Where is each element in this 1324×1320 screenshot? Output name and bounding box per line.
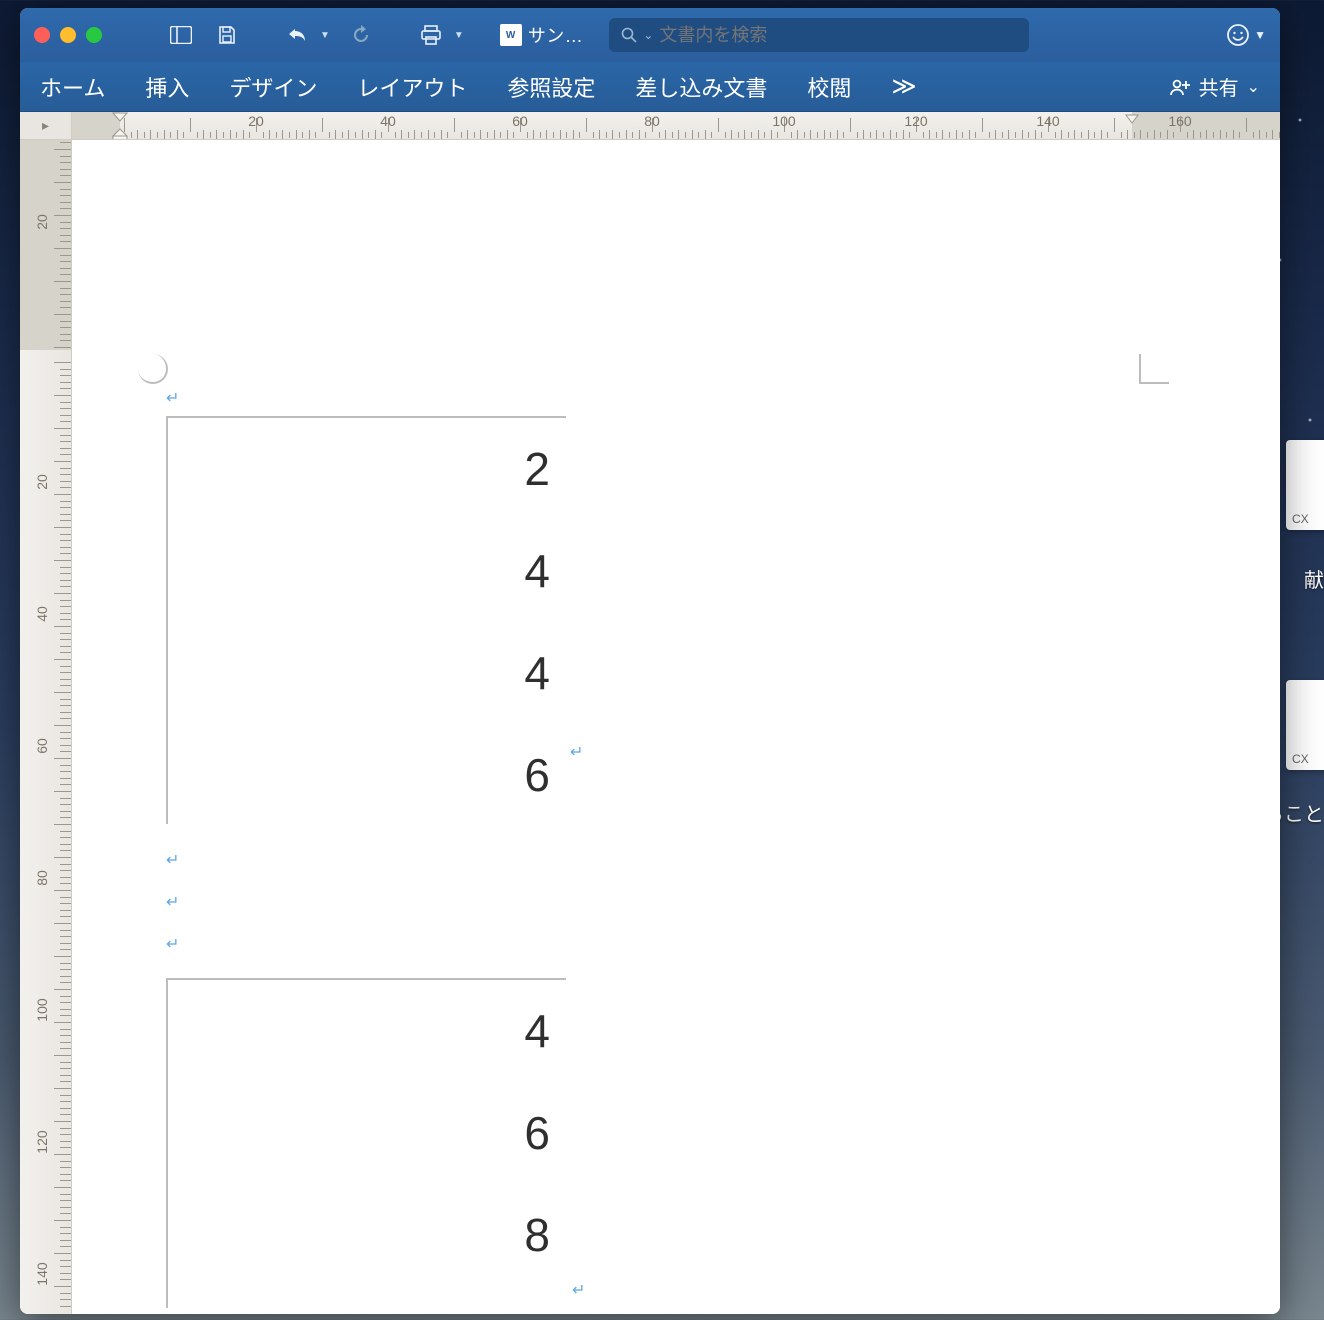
hanging-indent-marker[interactable] (112, 128, 128, 140)
word-doc-icon: W (500, 24, 522, 46)
print-icon[interactable] (412, 17, 450, 53)
margin-corner-top-left (138, 354, 168, 384)
feedback-button[interactable]: ▼ (1226, 23, 1266, 47)
paragraph-mark: ↵ (166, 388, 179, 408)
desktop-file-icon[interactable]: CX (1286, 680, 1324, 770)
document-title-text: サン… (528, 22, 584, 48)
paragraph-mark: ↵ (166, 850, 179, 870)
tab-mailings[interactable]: 差し込み文書 (635, 71, 767, 103)
desktop-file-icon[interactable]: CX (1286, 440, 1324, 530)
table-cell[interactable]: 4 (168, 980, 566, 1082)
page: ↵↵↵↵↵↵ 2446468 (72, 140, 1280, 1314)
table-cell[interactable]: 2 (168, 418, 566, 520)
paragraph-mark: ↵ (570, 742, 583, 762)
titlebar: ▼ ▼ W サン… ⌄ ▼ (20, 8, 1280, 62)
share-person-icon (1169, 78, 1191, 96)
table-cell[interactable]: 6 (168, 1082, 566, 1184)
vertical-ruler[interactable]: 2020406080100120140 (20, 112, 72, 1314)
minimize-window-button[interactable] (60, 27, 76, 43)
zoom-window-button[interactable] (86, 27, 102, 43)
document-title: W サン… (500, 22, 584, 48)
print-dropdown-icon[interactable]: ▼ (454, 30, 464, 41)
table-cell[interactable]: 6 (168, 724, 566, 826)
tab-design[interactable]: デザイン (229, 71, 317, 103)
tabs-overflow[interactable]: ≫ (891, 72, 918, 101)
undo-dropdown-icon[interactable]: ▼ (320, 30, 330, 41)
hruler-label: 80 (644, 113, 660, 129)
save-icon[interactable] (208, 17, 246, 53)
tab-insert[interactable]: 挿入 (145, 71, 189, 103)
vruler-label: 120 (34, 1122, 50, 1162)
desktop-file-label: 献 (1304, 564, 1324, 593)
table-2[interactable]: 468 (166, 978, 566, 1308)
undo-icon[interactable] (278, 17, 316, 53)
vruler-label: 140 (34, 1254, 50, 1294)
table-1[interactable]: 2446 (166, 416, 566, 824)
tab-home[interactable]: ホーム (40, 71, 105, 103)
first-line-indent-marker[interactable] (112, 112, 128, 122)
table-cell[interactable]: 4 (168, 520, 566, 622)
margin-corner-top-right (1139, 354, 1169, 384)
hruler-label: 160 (1168, 113, 1191, 129)
vruler-label: 100 (34, 990, 50, 1030)
right-margin-marker[interactable] (1125, 114, 1139, 124)
paragraph-mark: ↵ (166, 934, 179, 954)
hruler-label: 40 (380, 113, 396, 129)
redo-icon[interactable] (342, 17, 380, 53)
paragraph-mark: ↵ (572, 1280, 585, 1300)
window-controls (34, 27, 102, 43)
search-icon (621, 27, 637, 43)
table-cell[interactable]: 8 (168, 1184, 566, 1286)
paragraph-mark: ↵ (166, 892, 179, 912)
search-scope-caret-icon[interactable]: ⌄ (643, 28, 653, 42)
tab-references[interactable]: 参照設定 (507, 71, 595, 103)
search-input[interactable] (659, 25, 1017, 46)
ruler-corner[interactable]: ▸ (20, 112, 72, 140)
ribbon-tabs: ホーム 挿入 デザイン レイアウト 参照設定 差し込み文書 校閲 ≫ 共有 ⌄ (20, 62, 1280, 112)
hruler-label: 100 (772, 113, 795, 129)
hruler-label: 60 (512, 113, 528, 129)
hruler-label: 120 (904, 113, 927, 129)
table-cell[interactable]: 4 (168, 622, 566, 724)
feedback-dropdown-icon[interactable]: ▼ (1254, 28, 1266, 42)
share-dropdown-icon[interactable]: ⌄ (1247, 77, 1260, 97)
vruler-label: 20 (34, 462, 50, 502)
vruler-label: 80 (34, 858, 50, 898)
hruler-label: 140 (1036, 113, 1059, 129)
tab-layout[interactable]: レイアウト (357, 71, 467, 103)
share-button[interactable]: 共有 ⌄ (1169, 72, 1260, 101)
document-canvas[interactable]: ↵↵↵↵↵↵ 2446468 (72, 140, 1280, 1314)
smile-icon (1226, 23, 1250, 47)
hruler-label: 20 (248, 113, 264, 129)
tab-review[interactable]: 校閲 (807, 71, 851, 103)
search-field[interactable]: ⌄ (609, 18, 1029, 52)
vruler-label: 60 (34, 726, 50, 766)
share-label: 共有 (1199, 72, 1239, 101)
close-window-button[interactable] (34, 27, 50, 43)
panel-toggle-icon[interactable] (162, 17, 200, 53)
horizontal-ruler[interactable]: 20 40 60 80 100 120 140 160 (72, 112, 1280, 140)
word-window: ▼ ▼ W サン… ⌄ ▼ ホーム 挿入 デザイン レイアウト 参照設定 差し込… (20, 8, 1280, 1314)
vruler-label: 40 (34, 594, 50, 634)
